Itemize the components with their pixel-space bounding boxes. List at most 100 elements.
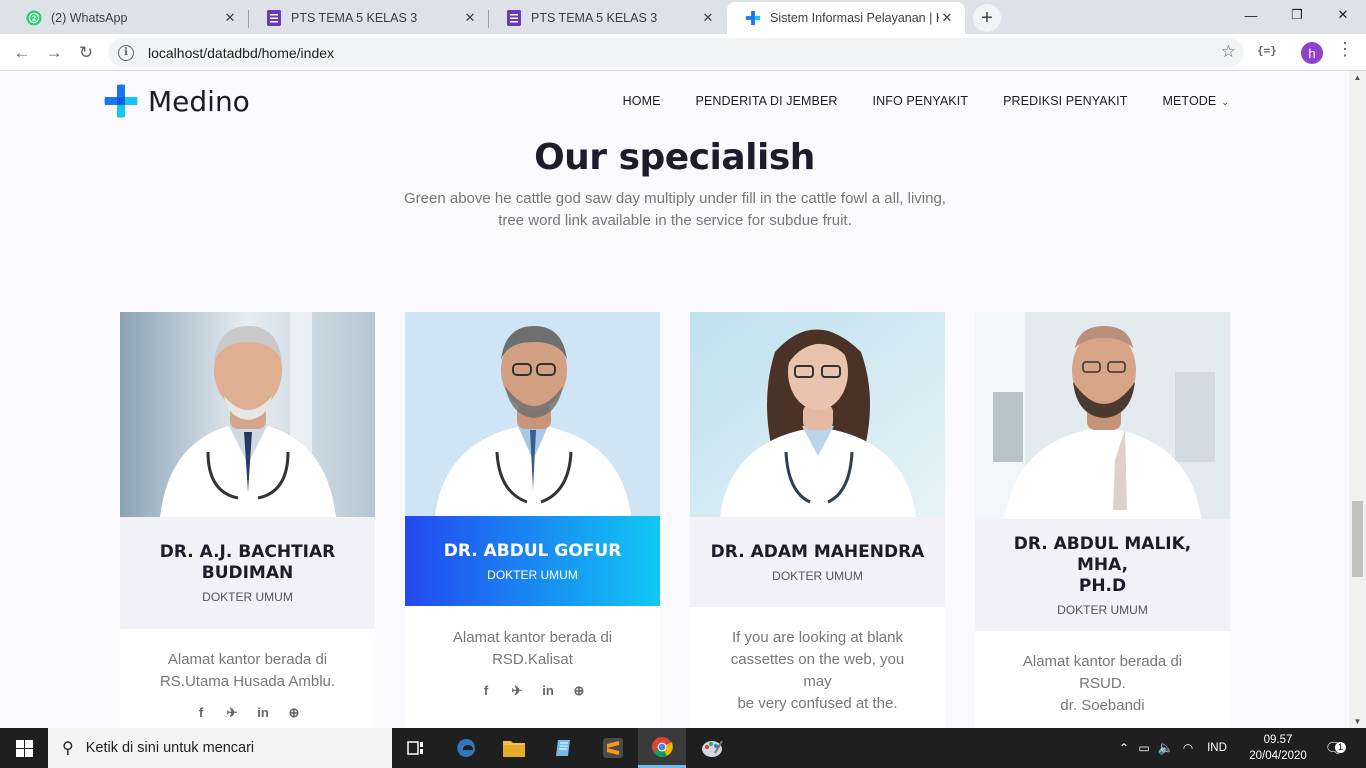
window-close-icon[interactable]: ✕ — [1320, 0, 1366, 30]
doctor-photo — [975, 312, 1230, 519]
chrome-icon[interactable] — [638, 728, 686, 768]
doctor-info: DR. ABDUL MALIK, MHA, PH.D DOKTER UMUM — [975, 519, 1230, 631]
doctor-info: DR. A.J. BACHTIAR BUDIMAN DOKTER UMUM — [120, 517, 375, 629]
doctor-photo — [120, 312, 375, 517]
doctor-address-line: cassettes on the web, you may — [730, 651, 905, 690]
scrollbar-thumb[interactable] — [1352, 501, 1363, 577]
section-subtitle-line: tree word link available in the service … — [498, 212, 852, 229]
system-tray: ⌃ ▭ 🔈 ◠ IND — [1115, 728, 1235, 768]
tab-whatsapp[interactable]: 2 (2) WhatsApp ✕ — [8, 2, 248, 34]
notification-icon: 🗨 1 — [1322, 739, 1346, 757]
forms-icon — [266, 10, 282, 26]
social-links: f ✈ in ⊕ — [433, 683, 632, 699]
profile-avatar[interactable]: h — [1301, 42, 1323, 64]
whatsapp-icon: 2 — [26, 10, 42, 26]
task-view-icon[interactable] — [392, 728, 440, 768]
edge-icon[interactable] — [442, 728, 490, 768]
doctor-address: Alamat kantor berada di RS.Utama Husada A… — [148, 649, 347, 693]
nav-penderita-di-jember[interactable]: PENDERITA DI JEMBER — [696, 94, 838, 108]
wifi-icon[interactable]: ◠ — [1177, 741, 1199, 755]
doctor-info: DR. ABDUL GOFUR DOKTER UMUM — [405, 516, 660, 606]
new-tab-button[interactable]: + — [973, 4, 1001, 32]
linkedin-icon[interactable]: in — [533, 683, 564, 699]
doctor-name: DR. ADAM MAHENDRA — [710, 541, 925, 562]
minimize-icon[interactable]: — — [1228, 0, 1274, 30]
doctor-name-line: DR. ABDUL MALIK, MHA, — [1013, 533, 1192, 575]
url-text[interactable]: localhost/datadbd/home/index — [148, 45, 334, 61]
doctor-photo — [405, 312, 660, 516]
page-scrollbar[interactable]: ▲ ▼ — [1349, 71, 1366, 728]
pinterest-icon[interactable]: ⊕ — [279, 705, 310, 721]
doctor-address-line: RSD.Kalisat — [492, 651, 573, 668]
tab-pts-tema-5-b[interactable]: PTS TEMA 5 KELAS 3 ✕ — [488, 2, 726, 34]
restore-icon[interactable]: ❐ — [1274, 0, 1320, 30]
doctor-name-line: DR. A.J. BACHTIAR — [159, 542, 336, 562]
taskbar-search[interactable]: ⚲ Ketik di sini untuk mencari — [48, 728, 392, 768]
language-indicator[interactable]: IND — [1199, 742, 1235, 754]
extension-icon[interactable]: {=} — [1257, 44, 1277, 57]
taskbar-clock[interactable]: 09.57 20/04/2020 — [1240, 732, 1316, 764]
tab-pts-tema-5-a[interactable]: PTS TEMA 5 KELAS 3 ✕ — [248, 2, 488, 34]
clock-time: 09.57 — [1263, 734, 1293, 746]
notepad-icon[interactable] — [540, 728, 588, 768]
facebook-icon[interactable]: f — [186, 705, 217, 721]
twitter-icon[interactable]: ✈ — [217, 705, 248, 721]
close-icon[interactable]: ✕ — [700, 10, 716, 26]
bookmark-star-icon[interactable]: ☆ — [1221, 42, 1236, 62]
close-icon[interactable]: ✕ — [462, 10, 478, 26]
back-icon[interactable]: ← — [8, 39, 36, 67]
volume-icon[interactable]: 🔈 — [1155, 740, 1177, 756]
nav-prediksi-penyakit[interactable]: PREDIKSI PENYAKIT — [1003, 94, 1127, 108]
site-logo[interactable]: Medino — [104, 84, 250, 118]
doctor-address: Alamat kantor berada di RSUD. dr. Soeband… — [1003, 651, 1202, 717]
browser-tab-bar: 2 (2) WhatsApp ✕ PTS TEMA 5 KELAS 3 ✕ PT… — [0, 0, 1366, 34]
nav-home[interactable]: HOME — [623, 94, 661, 108]
doctor-info: DR. ADAM MAHENDRA DOKTER UMUM — [690, 517, 945, 607]
scroll-up-icon[interactable]: ▲ — [1349, 73, 1366, 82]
twitter-icon[interactable]: ✈ — [502, 683, 533, 699]
medino-logo-icon — [104, 84, 138, 118]
battery-icon[interactable]: ▭ — [1133, 741, 1155, 755]
section-title: Our specialish — [534, 137, 815, 178]
svg-text:2: 2 — [32, 15, 37, 23]
doctor-card: DR. ADAM MAHENDRA DOKTER UMUM If you are… — [690, 312, 945, 728]
sublime-text-icon[interactable] — [589, 728, 637, 768]
browser-toolbar: ← → ↻ i localhost/datadbd/home/index ☆ {… — [0, 34, 1366, 71]
paint-icon[interactable] — [688, 728, 736, 768]
tab-label: (2) WhatsApp — [51, 11, 128, 25]
doctor-card: DR. ABDUL MALIK, MHA, PH.D DOKTER UMUM Al… — [975, 312, 1230, 728]
menu-icon[interactable]: ⋮ — [1336, 40, 1354, 58]
info-icon[interactable]: i — [118, 44, 134, 61]
doctor-body: Alamat kantor berada di RSD.Kalisat f ✈ i… — [405, 606, 660, 728]
nav-metode[interactable]: METODE ⌄ — [1162, 94, 1229, 108]
doctor-role: DOKTER UMUM — [1057, 602, 1148, 617]
reload-icon[interactable]: ↻ — [72, 39, 100, 67]
windows-start-button[interactable] — [0, 728, 48, 768]
address-bar[interactable]: i localhost/datadbd/home/index ☆ — [108, 38, 1244, 67]
notification-center[interactable]: 🗨 1 — [1322, 728, 1346, 768]
linkedin-icon[interactable]: in — [248, 705, 279, 721]
nav-info-penyakit[interactable]: INFO PENYAKIT — [873, 94, 969, 108]
logo-text: Medino — [148, 84, 250, 118]
windows-taskbar: ⚲ Ketik di sini untuk mencari ⌃ ▭ 🔈 ◠ IN… — [0, 728, 1366, 768]
scroll-down-icon[interactable]: ▼ — [1349, 717, 1366, 726]
doctor-card: DR. A.J. BACHTIAR BUDIMAN DOKTER UMUM Ala… — [120, 312, 375, 728]
pinterest-icon[interactable]: ⊕ — [564, 683, 595, 699]
tab-label: PTS TEMA 5 KELAS 3 — [291, 11, 418, 25]
file-explorer-icon[interactable] — [490, 728, 538, 768]
doctor-address-line: Alamat kantor berada di — [452, 629, 613, 646]
facebook-icon[interactable]: f — [471, 683, 502, 699]
page-viewport: Medino HOME PENDERITA DI JEMBER INFO PEN… — [0, 71, 1349, 728]
search-placeholder[interactable]: Ketik di sini untuk mencari — [86, 740, 254, 756]
doctor-body: If you are looking at blank cassettes on … — [690, 607, 945, 728]
doctor-address-line: If you are looking at blank — [732, 629, 903, 646]
close-icon[interactable]: ✕ — [939, 10, 955, 26]
doctor-name: DR. ABDUL GOFUR — [443, 540, 622, 561]
tab-sistem-informasi[interactable]: Sistem Informasi Pelayanan | Kab ✕ — [727, 2, 965, 34]
doctor-role: DOKTER UMUM — [487, 567, 578, 582]
forward-icon[interactable]: → — [40, 39, 68, 67]
doctor-card: DR. ABDUL GOFUR DOKTER UMUM Alamat kanto… — [405, 312, 660, 728]
search-icon: ⚲ — [62, 740, 74, 757]
chevron-up-icon[interactable]: ⌃ — [1115, 741, 1133, 755]
close-icon[interactable]: ✕ — [222, 10, 238, 26]
